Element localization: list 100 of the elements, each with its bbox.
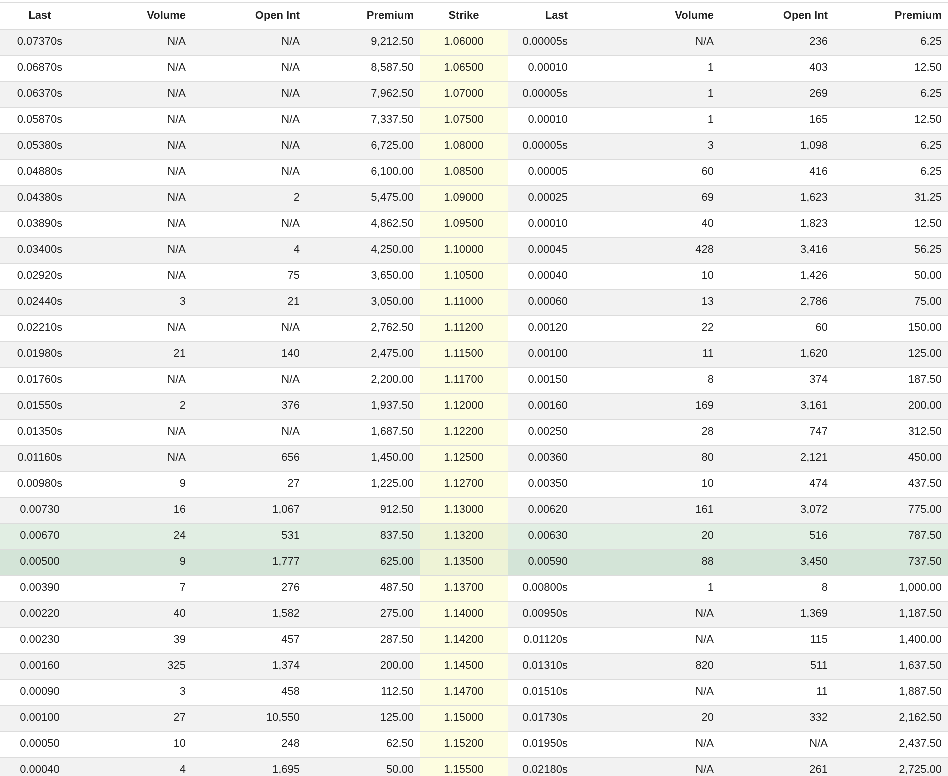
table-cell-text: N/A <box>694 685 715 700</box>
table-cell-text: 6,725.00 <box>370 139 415 154</box>
table-cell-text: 0.00160 <box>527 399 569 414</box>
table-cell-text: N/A <box>280 35 301 50</box>
table-cell-text: 1,623 <box>799 191 829 206</box>
table-cell-text: 161 <box>694 503 715 518</box>
table-cell-text: N/A <box>166 451 187 466</box>
table-cell-text: 4,862.50 <box>370 217 415 232</box>
column-header[interactable]: Last <box>508 3 574 29</box>
table-cell-text: 6,100.00 <box>370 165 415 180</box>
table-cell-text: 1 <box>706 113 715 128</box>
table-cell-text: 1,374 <box>271 659 301 674</box>
table-cell-text: 0.00050 <box>19 737 61 752</box>
table-cell-text: 0.01980s <box>16 347 64 362</box>
table-cell-text: 3,050.00 <box>370 295 415 310</box>
table-cell-text: 27 <box>286 477 301 492</box>
table-cell-text: 312.50 <box>907 425 943 440</box>
table-cell: 1.11700 <box>420 368 508 393</box>
table-cell-text: 428 <box>694 243 715 258</box>
table-cell: 1.08000 <box>420 134 508 159</box>
column-header[interactable]: Last <box>0 3 80 29</box>
table-cell-text: N/A <box>280 165 301 180</box>
table-cell-text: 0.00025 <box>527 191 569 206</box>
table-cell-text: 261 <box>808 763 829 776</box>
table-cell-text: 0.01550s <box>16 399 64 414</box>
table-cell-text: 2,475.00 <box>370 347 415 362</box>
column-header[interactable]: Open Int <box>192 3 306 29</box>
table-cell-text: 6.25 <box>920 35 943 50</box>
table-cell-text: 10 <box>700 477 715 492</box>
column-header[interactable]: Volume <box>80 3 192 29</box>
table-cell-text: 487.50 <box>379 581 415 596</box>
table-cell-text: 0.00950s <box>522 607 569 622</box>
table-cell-text: 69 <box>700 191 715 206</box>
table-cell-text: N/A <box>694 607 715 622</box>
table-cell: 1.12700 <box>420 472 508 497</box>
table-cell-text: 0.00630 <box>527 529 569 544</box>
table-cell-text: N/A <box>166 87 187 102</box>
table-cell-text: 0.00670 <box>19 529 61 544</box>
table-cell-text: 0.00160 <box>19 659 61 674</box>
table-cell-text: 10 <box>172 737 187 752</box>
table-cell-text: 0.02210s <box>16 321 64 336</box>
table-cell-text: 2 <box>292 191 301 206</box>
table-cell-text: 7,337.50 <box>370 113 415 128</box>
table-cell-text: 7,962.50 <box>370 87 415 102</box>
column-header[interactable]: Open Int <box>720 3 834 29</box>
table-cell: 1.11000 <box>420 290 508 315</box>
table-cell-text: 0.02440s <box>16 295 64 310</box>
table-cell-text: 775.00 <box>907 503 943 518</box>
table-cell-text: 2 <box>178 399 187 414</box>
column-header[interactable]: Volume <box>574 3 720 29</box>
table-cell-text: 0.01350s <box>16 425 64 440</box>
table-cell-text: 2,437.50 <box>898 737 943 752</box>
table-cell-text: 28 <box>700 425 715 440</box>
table-cell-text: 1,637.50 <box>898 659 943 674</box>
table-cell-text: N/A <box>166 321 187 336</box>
table-cell-text: 200.00 <box>907 399 943 414</box>
table-cell-text: 3,416 <box>799 243 829 258</box>
table-cell: 1.14500 <box>420 654 508 679</box>
table-cell-text: 0.03400s <box>16 243 64 258</box>
table-cell-text: 7 <box>178 581 187 596</box>
table-cell-text: 16 <box>172 503 187 518</box>
table-cell-text: 0.00350 <box>527 477 569 492</box>
table-cell-text: 40 <box>700 217 715 232</box>
table-cell-text: 0.00040 <box>527 269 569 284</box>
table-cell-text: 912.50 <box>379 503 415 518</box>
table-cell-text: 11 <box>702 347 715 362</box>
table-cell: 1.14700 <box>420 680 508 705</box>
column-header[interactable]: Strike <box>420 3 508 29</box>
table-cell-text: 4 <box>292 243 301 258</box>
table-cell-text: 10 <box>700 269 715 284</box>
table-cell-text: 1,098 <box>799 139 829 154</box>
table-cell: 1.13500 <box>420 550 508 575</box>
table-cell-text: 169 <box>694 399 715 414</box>
table-cell-text: 9 <box>178 477 187 492</box>
table-cell-text: 787.50 <box>907 529 943 544</box>
table-cell-text: 0.00390 <box>19 581 61 596</box>
table-cell-text: 112.50 <box>380 685 415 700</box>
table-cell-text: 516 <box>808 529 829 544</box>
table-cell-text: 450.00 <box>907 451 943 466</box>
table-cell-text: 21 <box>286 295 301 310</box>
table-cell-text: 0.03890s <box>16 217 64 232</box>
table-cell-text: 9 <box>178 555 187 570</box>
table-cell-text: 8 <box>820 581 829 596</box>
table-cell-text: 187.50 <box>907 373 943 388</box>
table-cell: 1.11200 <box>420 316 508 341</box>
column-header[interactable]: Premium <box>834 3 948 29</box>
table-cell-text: 3,450 <box>799 555 829 570</box>
table-cell: 1.13200 <box>420 524 508 549</box>
table-cell-text: 374 <box>808 373 829 388</box>
table-cell-text: 1,067 <box>271 503 301 518</box>
table-cell: 1.13000 <box>420 498 508 523</box>
table-cell: 1.09500 <box>420 212 508 237</box>
table-cell-text: 275.00 <box>379 607 415 622</box>
table-cell-text: 88 <box>700 555 715 570</box>
table-cell-text: 9,212.50 <box>370 35 415 50</box>
table-cell-text: 737.50 <box>907 555 943 570</box>
table-cell-text: 24 <box>172 529 187 544</box>
column-header[interactable]: Premium <box>306 3 420 29</box>
table-cell-text: 13 <box>700 295 715 310</box>
table-cell-text: 1,687.50 <box>370 425 415 440</box>
